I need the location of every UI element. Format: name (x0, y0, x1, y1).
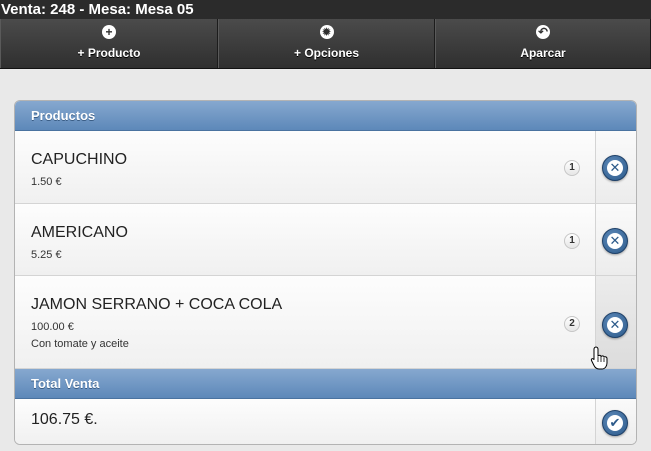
quantity-badge: 1 (564, 160, 580, 176)
product-note: Con tomate y aceite (31, 338, 129, 350)
remove-button-circle: ✕ (602, 312, 628, 338)
product-row: JAMON SERRANO + COCA COLA 100.00 € Con t… (15, 276, 636, 369)
hand-cursor-icon (590, 346, 608, 370)
close-icon: ✕ (607, 160, 623, 176)
gear-icon: ✹ (319, 25, 334, 39)
quantity-badge: 1 (564, 233, 580, 249)
park-button[interactable]: ↶ Aparcar (435, 19, 651, 68)
toolbar: + + Producto ✹ + Opciones ↶ Aparcar (0, 19, 651, 69)
total-header: Total Venta (15, 369, 636, 399)
window-title: Venta: 248 - Mesa: Mesa 05 (0, 0, 651, 19)
remove-button-circle: ✕ (602, 155, 628, 181)
product-price: 1.50 € (31, 176, 62, 188)
sale-panel: Productos CAPUCHINO 1.50 € 1 ✕ AMERICANO… (14, 100, 637, 445)
check-icon: ✔ (607, 415, 623, 431)
total-value: 106.75 €. (31, 411, 98, 428)
products-header: Productos (15, 101, 636, 131)
confirm-button-circle: ✔ (602, 410, 628, 436)
remove-product-button[interactable]: ✕ (595, 204, 636, 275)
remove-button-circle: ✕ (602, 228, 628, 254)
total-row-body: 106.75 €. (15, 399, 595, 444)
add-options-button[interactable]: ✹ + Opciones (218, 19, 435, 68)
product-row-body[interactable]: CAPUCHINO 1.50 € 1 (15, 131, 595, 203)
product-name: AMERICANO (31, 224, 128, 241)
park-label: Aparcar (520, 46, 566, 60)
quantity-badge: 2 (564, 316, 580, 332)
product-row: CAPUCHINO 1.50 € 1 ✕ (15, 131, 636, 204)
remove-product-button[interactable]: ✕ (595, 131, 636, 203)
close-icon: ✕ (607, 317, 623, 333)
add-product-label: + Producto (77, 46, 141, 60)
product-name: CAPUCHINO (31, 151, 128, 168)
confirm-sale-button[interactable]: ✔ (595, 399, 636, 444)
product-row: AMERICANO 5.25 € 1 ✕ (15, 204, 636, 276)
plus-icon: + (102, 25, 116, 39)
add-product-button[interactable]: + + Producto (0, 19, 218, 68)
product-name: JAMON SERRANO + COCA COLA (31, 296, 283, 313)
total-row: 106.75 €. ✔ (15, 399, 636, 444)
product-row-body[interactable]: JAMON SERRANO + COCA COLA 100.00 € Con t… (15, 276, 595, 368)
product-row-body[interactable]: AMERICANO 5.25 € 1 (15, 204, 595, 275)
close-icon: ✕ (607, 233, 623, 249)
product-price: 5.25 € (31, 249, 62, 261)
product-price: 100.00 € (31, 321, 74, 333)
add-options-label: + Opciones (293, 46, 360, 60)
undo-icon: ↶ (536, 25, 550, 39)
